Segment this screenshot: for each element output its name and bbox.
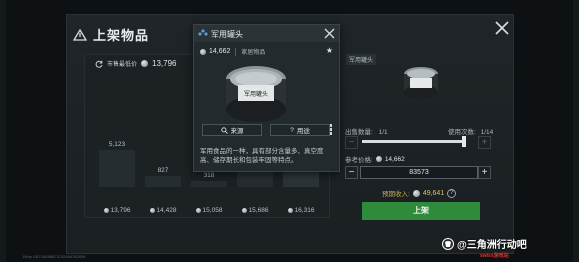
coin-icon <box>200 48 206 55</box>
watermark: @三角洲行动吧 <box>442 236 527 251</box>
qty-slider-fill <box>362 140 466 143</box>
sell-qty: 出售数量: 1/1 <box>345 126 388 136</box>
price-bar-price-value: 16,316 <box>294 207 315 214</box>
price-increase-button[interactable]: + <box>478 166 491 179</box>
coin-icon <box>149 208 155 213</box>
lowest-price-label: 市售最低价 <box>107 62 138 68</box>
usage-button-label: 用途 <box>296 128 310 135</box>
divider <box>235 47 237 56</box>
lowest-price-value: 13,796 <box>152 59 177 68</box>
sell-config-panel: 军用罐头 出售数量: 1/1 使用次数: 1/14 − + 参考价格: 14,6… <box>340 50 500 220</box>
coin-icon <box>287 208 293 213</box>
usage-button[interactable]: ? 用途 <box>270 124 330 136</box>
close-icon[interactable] <box>494 20 510 36</box>
popup-price-value: 14,662 <box>209 48 231 55</box>
popup-category: 家居物品 <box>241 50 266 56</box>
price-bar[interactable]: 5,123 13,796 <box>99 87 135 217</box>
price-bar-fill <box>191 181 227 187</box>
diamond-cluster-icon <box>198 29 208 36</box>
question-icon: ? <box>290 126 294 134</box>
favorite-star-icon[interactable]: ★ <box>326 46 333 55</box>
ref-price: 参考价格: 14,662 <box>345 154 405 165</box>
coin-icon <box>241 208 247 213</box>
price-bar-count: 318 <box>203 172 215 179</box>
use-count-value: 1/14 <box>480 129 494 136</box>
refresh-icon[interactable] <box>95 60 103 68</box>
price-bar-price-value: 15,686 <box>248 207 269 214</box>
item-detail-popup: 军用罐头 14,662 家居物品 ★ 军用罐头 0.31KG 来源 ? 用 <box>193 24 340 172</box>
watermark-text: @三角洲行动吧 <box>457 240 527 251</box>
page-title: 上架物品 <box>93 28 150 43</box>
use-count-label: 使用次数: <box>448 129 476 136</box>
coin-icon <box>412 189 420 197</box>
price-bar-price-value: 14,428 <box>156 207 177 214</box>
panel-header: 上架物品 <box>73 25 149 44</box>
qty-increase-button[interactable]: + <box>478 136 491 149</box>
sell-qty-value: 1/1 <box>378 129 388 136</box>
price-bar-price: 13,796 <box>95 207 139 214</box>
price-bar-price-value: 13,796 <box>110 207 131 214</box>
price-bar[interactable]: 827 14,428 <box>145 87 181 217</box>
price-bar-price: 14,428 <box>141 207 185 214</box>
qty-decrease-button[interactable]: − <box>345 136 358 149</box>
use-count: 使用次数: 1/14 <box>448 126 493 136</box>
item-description: 军用食品的一种，具有部分含量多、真空度高、储存期长和包装牢固等特点。 <box>200 148 324 164</box>
ref-price-label: 参考价格: <box>345 157 373 164</box>
canned-food-image <box>404 67 438 99</box>
coin-icon <box>195 208 201 213</box>
price-input[interactable]: 83573 <box>360 166 478 179</box>
source-button-label: 来源 <box>230 128 244 135</box>
watermark-logo-icon <box>442 237 454 250</box>
canned-food-image: 军用罐头 <box>226 66 286 122</box>
popup-title: 军用罐头 <box>211 30 243 39</box>
search-icon <box>220 126 228 134</box>
item-name-tag: 军用罐头 <box>346 54 377 65</box>
price-bar-fill <box>145 176 181 187</box>
screen-edge-right <box>573 0 579 262</box>
screen-edge-left <box>0 0 6 262</box>
sell-qty-label: 出售数量: <box>345 129 373 136</box>
source-button[interactable]: 来源 <box>202 124 262 136</box>
status-bar: 19ms UID:18098873742484782839 <box>22 254 86 259</box>
ref-price-value: 14,662 <box>384 155 405 163</box>
warning-triangle-icon <box>73 28 87 41</box>
price-bar-fill <box>99 150 135 187</box>
watermark-subtext: swiss游戏站 <box>480 253 509 259</box>
can-label: 军用罐头 <box>244 90 268 98</box>
popup-price: 14,662 家居物品 <box>200 47 265 56</box>
price-bar-count: 5,123 <box>108 141 126 148</box>
help-icon[interactable]: ? <box>447 188 457 198</box>
lowest-price: 市售最低价 13,796 <box>95 59 176 68</box>
price-decrease-button[interactable]: − <box>345 166 358 179</box>
income-value: 49,641 <box>422 189 445 197</box>
price-bar-price: 15,058 <box>187 207 231 214</box>
income-label: 预期收入: <box>382 191 410 198</box>
price-bar-price-value: 15,058 <box>202 207 223 214</box>
price-bar-count: 827 <box>157 167 169 174</box>
coin-icon <box>375 156 382 162</box>
coin-icon <box>141 60 149 67</box>
price-bar-price: 15,686 <box>233 207 277 214</box>
list-item-button[interactable]: 上架 <box>362 202 480 220</box>
expected-income: 预期收入: 49,641 ? <box>382 188 457 198</box>
qty-slider[interactable] <box>362 136 466 147</box>
close-icon[interactable] <box>324 28 335 39</box>
qty-slider-knob[interactable] <box>462 136 466 147</box>
price-bar-price: 16,316 <box>279 207 323 214</box>
coin-icon <box>103 208 109 213</box>
